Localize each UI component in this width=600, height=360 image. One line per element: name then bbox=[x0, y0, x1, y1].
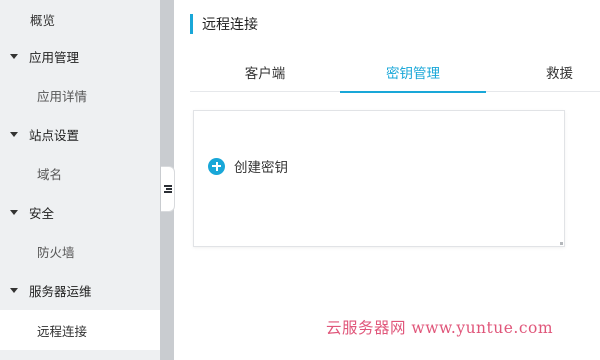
sidebar-group-label: 站点设置 bbox=[29, 127, 80, 143]
sidebar-item-firewall[interactable]: 防火墙 bbox=[0, 232, 160, 270]
sidebar-item-label: 远程连接 bbox=[37, 323, 88, 339]
tab-rescue[interactable]: 救援 bbox=[486, 52, 600, 92]
sidebar-group-label: 安全 bbox=[29, 205, 55, 221]
sidebar-item-remote-connection[interactable]: 远程连接 bbox=[0, 310, 160, 350]
caret-down-icon bbox=[10, 209, 18, 215]
create-key-button[interactable]: 创建密钥 bbox=[208, 156, 288, 176]
watermark: 云服务器网 www.yuntue.com bbox=[326, 319, 554, 337]
page-header: 远程连接 bbox=[190, 13, 258, 35]
sidebar-item-domain[interactable]: 域名 bbox=[0, 154, 160, 192]
sidebar-item-overview[interactable]: 概览 bbox=[0, 0, 160, 38]
sidebar-item-label: 域名 bbox=[37, 166, 63, 182]
sidebar-item-label: 应用详情 bbox=[37, 88, 88, 104]
plus-circle-icon bbox=[208, 157, 225, 175]
tab-key-management[interactable]: 密钥管理 bbox=[340, 52, 486, 93]
caret-down-icon bbox=[10, 131, 18, 137]
tab-client[interactable]: 客户端 bbox=[190, 52, 340, 92]
sidebar: 概览 应用管理 应用详情 站点设置 域名 安全 防火墙 服务器运维 远程连接 bbox=[0, 0, 160, 360]
sidebar-item-app-details[interactable]: 应用详情 bbox=[0, 76, 160, 114]
create-key-label: 创建密钥 bbox=[234, 160, 288, 176]
key-list-card: 创建密钥 bbox=[193, 110, 565, 247]
sidebar-item-label: 防火墙 bbox=[37, 244, 75, 260]
page-title: 远程连接 bbox=[202, 17, 258, 33]
sidebar-group-app-management[interactable]: 应用管理 bbox=[0, 37, 160, 75]
sidebar-group-security[interactable]: 安全 bbox=[0, 193, 160, 231]
sidebar-group-label: 应用管理 bbox=[29, 49, 80, 65]
sidebar-toggle-icon bbox=[163, 185, 172, 193]
caret-down-icon bbox=[10, 287, 18, 293]
sidebar-group-label: 服务器运维 bbox=[29, 283, 92, 299]
resize-grip-icon bbox=[560, 242, 563, 245]
sidebar-item-label: 概览 bbox=[30, 12, 56, 28]
sidebar-collapse-handle[interactable] bbox=[161, 166, 175, 212]
caret-down-icon bbox=[10, 53, 18, 59]
title-accent-bar bbox=[190, 14, 193, 34]
sidebar-group-site-settings[interactable]: 站点设置 bbox=[0, 115, 160, 153]
tab-bar: 客户端 密钥管理 救援 bbox=[190, 52, 600, 93]
sidebar-group-server-ops[interactable]: 服务器运维 bbox=[0, 271, 160, 309]
